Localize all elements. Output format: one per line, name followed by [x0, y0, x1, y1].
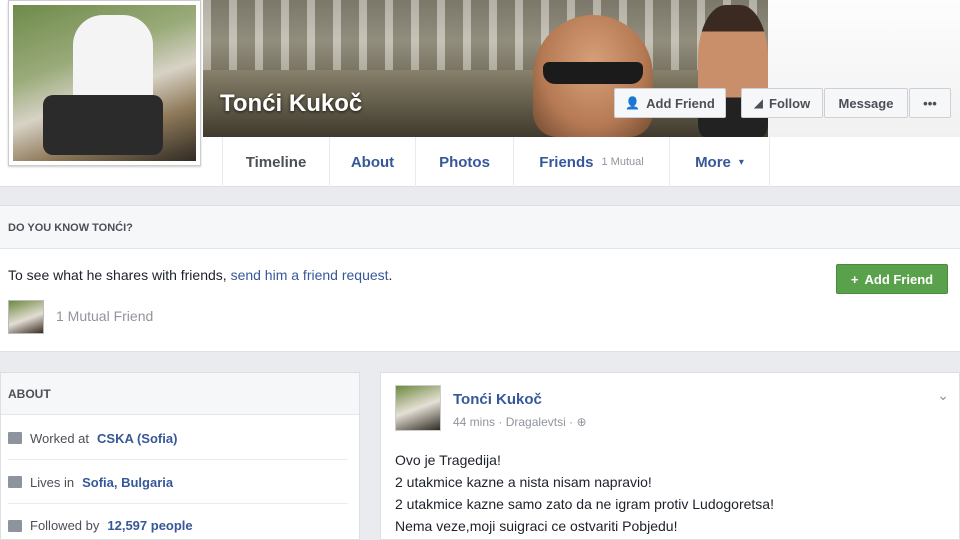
friend-request-link[interactable]: send him a friend request: [231, 267, 389, 283]
post-author-name[interactable]: Tonći Kukoč: [453, 391, 542, 408]
know-panel-period: .: [388, 267, 393, 283]
know-panel: To see what he shares with friends, send…: [0, 249, 960, 352]
about-followers-link[interactable]: 12,597 people: [107, 518, 192, 533]
tab-more-label: More: [695, 153, 731, 171]
tab-friends-mutual-count: 1 Mutual: [601, 156, 644, 168]
about-row-work: Worked at CSKA (Sofia): [8, 417, 348, 460]
about-lives-prefix: Lives in: [30, 474, 75, 490]
tab-friends[interactable]: Friends 1 Mutual: [514, 137, 670, 187]
profile-picture[interactable]: [8, 0, 201, 166]
rss-icon: ◢: [753, 96, 764, 110]
post-author-avatar[interactable]: [395, 385, 441, 431]
more-actions-button[interactable]: •••: [909, 88, 951, 118]
about-followers-prefix: Followed by: [30, 518, 100, 533]
about-card: ABOUT Worked at CSKA (Sofia) Lives in So…: [0, 372, 360, 540]
profile-picture-shirt: [73, 15, 153, 105]
home-icon: [8, 476, 22, 488]
tab-about-label: About: [350, 153, 395, 171]
post-location[interactable]: Dragalevtsi: [506, 415, 566, 429]
know-panel-prompt: To see what he shares with friends,: [8, 267, 231, 283]
post-meta: 44 mins · Dragalevtsi · ⊕: [453, 415, 587, 429]
add-friend-label: Add Friend: [646, 95, 715, 111]
tab-about[interactable]: About: [330, 137, 416, 187]
about-work-link[interactable]: CSKA (Sofia): [97, 431, 177, 446]
about-title: ABOUT: [1, 373, 359, 415]
post-meta-separator: ·: [498, 415, 503, 429]
tab-friends-label: Friends: [539, 153, 594, 171]
tab-timeline-label: Timeline: [245, 153, 307, 171]
about-work-prefix: Worked at: [30, 430, 90, 446]
add-friend-green-button[interactable]: + Add Friend: [836, 264, 948, 294]
about-row-lives: Lives in Sofia, Bulgaria: [8, 461, 348, 504]
post-meta-separator-2: ·: [569, 415, 574, 429]
mutual-friend-count[interactable]: 1 Mutual Friend: [56, 308, 153, 324]
post-line: Nema veze,moji suigraci ce ostvariti Pob…: [395, 518, 678, 534]
post-text: Ovo je Tragedija! 2 utakmice kazne a nis…: [395, 449, 774, 537]
message-label: Message: [838, 95, 894, 111]
cover-sunglasses: [543, 62, 643, 84]
add-friend-green-label: Add Friend: [864, 271, 934, 287]
tab-photos[interactable]: Photos: [416, 137, 514, 187]
follow-button[interactable]: ◢ Follow: [741, 88, 823, 118]
tab-photos-label: Photos: [439, 153, 490, 171]
rss-icon: [8, 519, 22, 532]
know-panel-title: DO YOU KNOW TONĆI?: [0, 205, 960, 249]
post-line: Ovo je Tragedija!: [395, 452, 501, 468]
add-friend-plus-icon: +: [850, 271, 859, 287]
chevron-down-icon[interactable]: ⌄: [937, 387, 949, 404]
chevron-down-icon: ▾: [738, 156, 744, 168]
tab-timeline[interactable]: Timeline: [222, 137, 330, 187]
follow-label: Follow: [769, 95, 811, 111]
about-lives-link[interactable]: Sofia, Bulgaria: [82, 475, 173, 490]
message-button[interactable]: Message: [824, 88, 908, 118]
mutual-friend-avatar[interactable]: [8, 300, 44, 334]
post-line: 2 utakmice kazne samo zato da ne igram p…: [395, 496, 774, 512]
profile-picture-legs: [43, 95, 163, 155]
about-row-followers: Followed by 12,597 people: [8, 504, 348, 540]
post-line: 2 utakmice kazne a nista nisam napravio!: [395, 474, 652, 490]
add-friend-button[interactable]: 👤 Add Friend: [614, 88, 726, 118]
tab-more[interactable]: More ▾: [670, 137, 770, 187]
cover-background: [203, 0, 768, 70]
more-dots-icon: •••: [923, 95, 937, 111]
add-friend-icon: 👤: [625, 96, 641, 110]
globe-icon: ⊕: [576, 415, 587, 429]
profile-picture-image: [13, 5, 196, 161]
know-panel-text: To see what he shares with friends, send…: [8, 267, 392, 283]
briefcase-icon: [8, 432, 22, 444]
post-timestamp[interactable]: 44 mins: [453, 415, 495, 429]
profile-name[interactable]: Tonći Kukoč: [220, 90, 362, 118]
post-card: Tonći Kukoč 44 mins · Dragalevtsi · ⊕ ⌄ …: [380, 372, 960, 540]
